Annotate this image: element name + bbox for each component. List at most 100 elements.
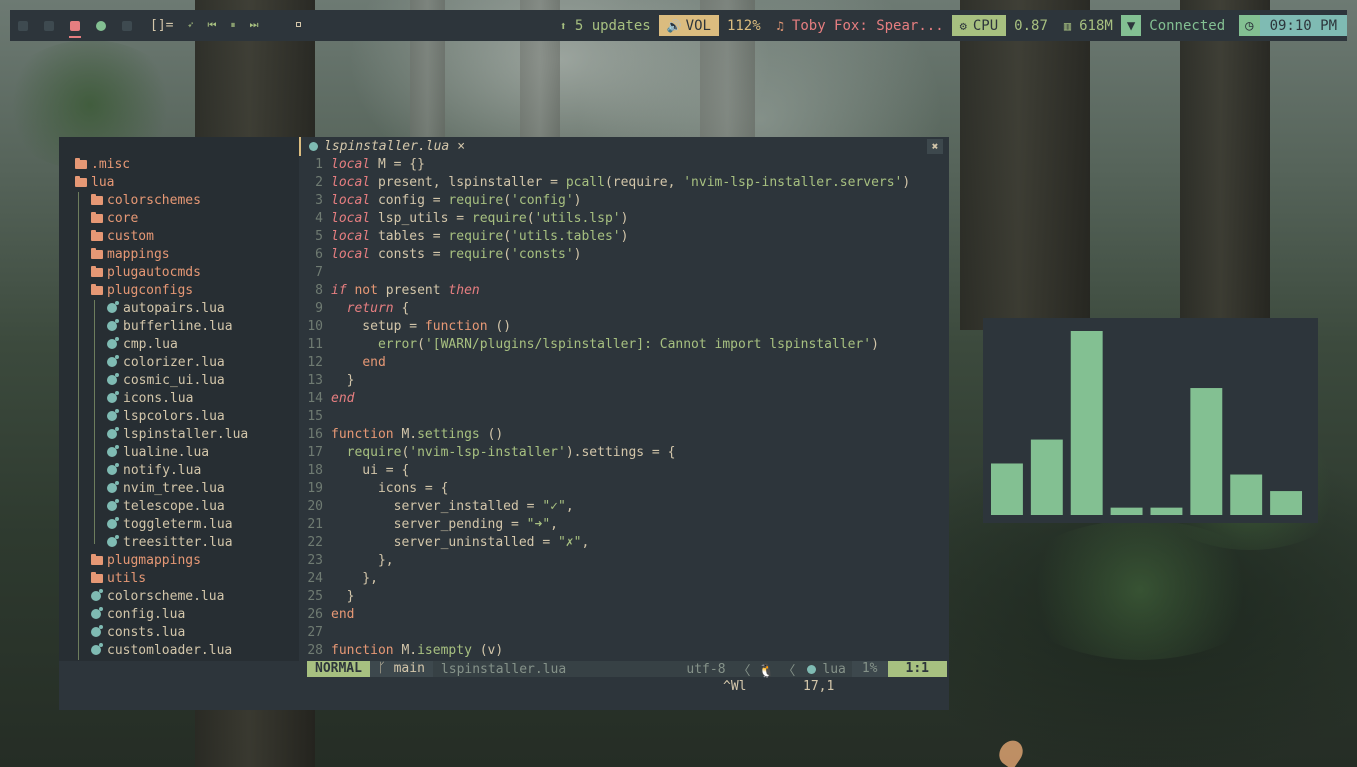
line-number: 27 [307,625,323,640]
code-line[interactable]: 26 end [299,606,949,624]
tree-file[interactable]: lspcolors.lua [59,408,299,426]
tree-folder[interactable]: core [59,210,299,228]
tree-item-label: lspcolors.lua [123,409,225,424]
layout-indicator[interactable]: []= [150,18,173,33]
tree-file[interactable]: cosmic_ui.lua [59,372,299,390]
tree-file[interactable]: consts.lua [59,624,299,642]
code-token: () [479,427,504,442]
code-line[interactable]: 19 icons = { [299,480,949,498]
code-line[interactable]: 10 setup = function () [299,318,949,336]
tree-file[interactable]: nvim_tree.lua [59,480,299,498]
tree-file[interactable]: customloader.lua [59,642,299,660]
clock[interactable]: 09:10 PM [1259,15,1347,36]
tree-file[interactable]: lualine.lua [59,444,299,462]
workspace-1[interactable] [10,10,36,41]
tree-file[interactable]: telescope.lua [59,498,299,516]
lua-icon [807,664,817,674]
tree-folder[interactable]: utils [59,570,299,588]
code-line[interactable]: 6 local consts = require('consts') [299,246,949,264]
code-line[interactable]: 25 } [299,588,949,606]
code-line[interactable]: 4 local lsp_utils = require('utils.lsp') [299,210,949,228]
cpu-label[interactable]: ⚙ CPU [951,15,1007,36]
tree-folder[interactable]: plugautocmds [59,264,299,282]
tree-file[interactable]: lspinstaller.lua [59,426,299,444]
lua-icon [91,589,103,601]
ghost-icon [18,20,28,31]
folder-icon [91,230,103,241]
line-number: 14 [307,391,323,406]
indent-guide [94,300,95,544]
next-icon[interactable]: ⏭ [250,20,259,31]
buffer-tab[interactable]: lspinstaller.lua × [299,137,473,156]
tree-file[interactable]: icons.lua [59,390,299,408]
tree-folder[interactable]: .misc [59,156,299,174]
command-line[interactable]: ^Wl 17,1 [59,677,949,697]
updates-module[interactable]: ⬆ 5 updates [552,10,659,41]
tab-close-icon[interactable]: × [457,139,465,154]
tree-file[interactable]: config.lua [59,606,299,624]
workspace-3[interactable] [62,10,88,41]
code-line[interactable]: 3 local config = require('config') [299,192,949,210]
tree-folder[interactable]: plugmappings [59,552,299,570]
code-line[interactable]: 12 end [299,354,949,372]
code-line[interactable]: 20 server_installed = "✓", [299,498,949,516]
rocket-icon[interactable]: ➶ [187,20,193,31]
memory-module[interactable]: ▥ 618M [1056,10,1121,41]
workspace-5[interactable] [114,10,140,41]
music-module[interactable]: ♫ Toby Fox: Spear... [769,10,952,41]
tree-folder[interactable]: colorschemes [59,192,299,210]
code-token: (v) [471,643,504,658]
tree-file[interactable]: toggleterm.lua [59,516,299,534]
tree-item-label: lualine.lua [123,445,210,460]
code-line[interactable]: 5 local tables = require('utils.tables') [299,228,949,246]
tree-file[interactable]: colorscheme.lua [59,588,299,606]
tray-icon[interactable] [296,22,301,27]
line-number: 7 [315,265,323,280]
lua-icon [91,625,103,637]
tree-file[interactable]: treesitter.lua [59,534,299,552]
code-line[interactable]: 13 } [299,372,949,390]
code-area[interactable]: 1 local M = {} 2 local present, lspinstalle… [299,156,949,660]
tree-file[interactable]: cmp.lua [59,336,299,354]
tree-folder[interactable]: custom [59,228,299,246]
code-line[interactable]: 14 end [299,390,949,408]
tree-file[interactable]: notify.lua [59,462,299,480]
volume-value[interactable]: 112% [719,10,769,41]
tabline: lspinstaller.lua × ✖ [299,137,949,156]
code-line[interactable]: 9 return { [299,300,949,318]
tree-folder[interactable]: lua [59,174,299,192]
code-line[interactable]: 28 function M.isempty (v) [299,642,949,660]
tree-folder[interactable]: mappings [59,246,299,264]
code-line[interactable]: 24 }, [299,570,949,588]
close-icon[interactable]: ✖ [927,139,943,154]
code-line[interactable]: 8 if not present then [299,282,949,300]
volume-label[interactable]: 🔊 VOL [658,15,719,36]
code-token: { [393,301,410,316]
code-line[interactable]: 23 }, [299,552,949,570]
network-status[interactable]: Connected [1141,10,1233,41]
tree-folder[interactable]: plugconfigs [59,282,299,300]
code-line[interactable]: 15 [299,408,949,426]
tree-file[interactable]: bufferline.lua [59,318,299,336]
indent-guide [78,192,79,660]
tree-file[interactable]: colorizer.lua [59,354,299,372]
previous-icon[interactable]: ⏮ [208,20,217,31]
code-line[interactable]: 1 local M = {} [299,156,949,174]
code-line[interactable]: 11 error('[WARN/plugins/lspinstaller]: C… [299,336,949,354]
code-line[interactable]: 18 ui = { [299,462,949,480]
code-line[interactable]: 22 server_uninstalled = "✗", [299,534,949,552]
code-line[interactable]: 16 function M.settings () [299,426,949,444]
pause-icon[interactable]: ⏸ [231,20,236,31]
cpu-value[interactable]: 0.87 [1006,10,1056,41]
wifi-icon[interactable]: ▼ [1120,15,1142,36]
code-line[interactable]: 27 [299,624,949,642]
code-line[interactable]: 21 server_pending = "➜", [299,516,949,534]
workspace-2[interactable] [36,10,62,41]
code-token: ui = { [331,463,410,478]
tree-file[interactable]: autopairs.lua [59,300,299,318]
workspace-4[interactable] [88,10,114,41]
line-number: 12 [307,355,323,370]
code-line[interactable]: 2 local present, lspinstaller = pcall(req… [299,174,949,192]
code-line[interactable]: 17 require('nvim-lsp-installer').setting… [299,444,949,462]
code-line[interactable]: 7 [299,264,949,282]
